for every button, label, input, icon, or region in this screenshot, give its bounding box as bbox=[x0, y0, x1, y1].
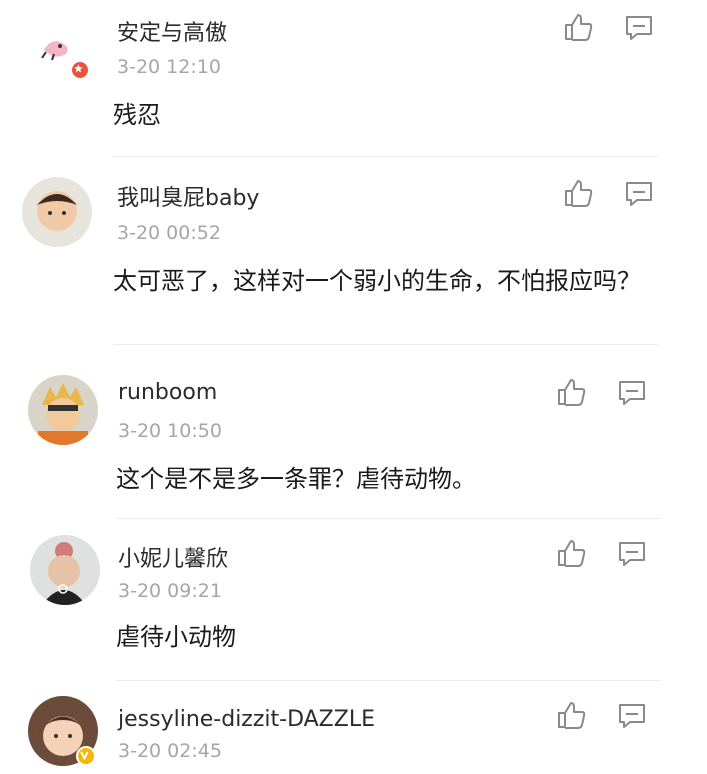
divider bbox=[116, 680, 661, 681]
comment-item: 我叫臭屁baby 3-20 00:52 太可恶了，这样对一个弱小的生命，不怕报应… bbox=[0, 160, 707, 345]
avatar[interactable] bbox=[22, 177, 92, 247]
thumbs-up-icon[interactable] bbox=[562, 176, 596, 210]
comment-text: 这个是不是多一条罪？虐待动物。 bbox=[116, 465, 476, 493]
comment-icon[interactable] bbox=[622, 176, 656, 210]
comment-icon[interactable] bbox=[622, 10, 656, 44]
avatar[interactable] bbox=[28, 375, 98, 445]
comment-text: 残忍 bbox=[113, 101, 161, 129]
timestamp: 3-20 12:10 bbox=[117, 56, 221, 78]
comment-item: 安定与高傲 3-20 12:10 残忍 bbox=[0, 0, 707, 160]
timestamp: 3-20 10:50 bbox=[118, 420, 222, 442]
username[interactable]: jessyline-dizzit-DAZZLE bbox=[118, 707, 375, 732]
comment-icon[interactable] bbox=[615, 698, 649, 732]
thumbs-up-icon[interactable] bbox=[555, 375, 589, 409]
username[interactable]: 安定与高傲 bbox=[117, 15, 227, 47]
comment-icon[interactable] bbox=[615, 375, 649, 409]
timestamp: 3-20 09:21 bbox=[118, 580, 222, 602]
comment-text: 太可恶了，这样对一个弱小的生命，不怕报应吗？ bbox=[113, 267, 641, 295]
comment-item: jessyline-dizzit-DAZZLE 3-20 02:45 bbox=[0, 682, 707, 774]
divider bbox=[116, 518, 661, 519]
username[interactable]: runboom bbox=[118, 380, 217, 405]
verified-badge bbox=[76, 746, 96, 766]
timestamp: 3-20 02:45 bbox=[118, 740, 222, 762]
avatar[interactable] bbox=[30, 535, 100, 605]
divider bbox=[113, 156, 658, 157]
red-star-badge bbox=[70, 60, 90, 80]
username[interactable]: 我叫臭屁baby bbox=[117, 180, 259, 212]
comment-icon[interactable] bbox=[615, 536, 649, 570]
username[interactable]: 小妮儿馨欣 bbox=[118, 541, 228, 573]
comment-text: 虐待小动物 bbox=[116, 623, 236, 651]
comment-item: runboom 3-20 10:50 这个是不是多一条罪？虐待动物。 bbox=[0, 345, 707, 520]
thumbs-up-icon[interactable] bbox=[555, 698, 589, 732]
timestamp: 3-20 00:52 bbox=[117, 222, 221, 244]
comment-item: 小妮儿馨欣 3-20 09:21 虐待小动物 bbox=[0, 520, 707, 682]
thumbs-up-icon[interactable] bbox=[555, 536, 589, 570]
thumbs-up-icon[interactable] bbox=[562, 10, 596, 44]
